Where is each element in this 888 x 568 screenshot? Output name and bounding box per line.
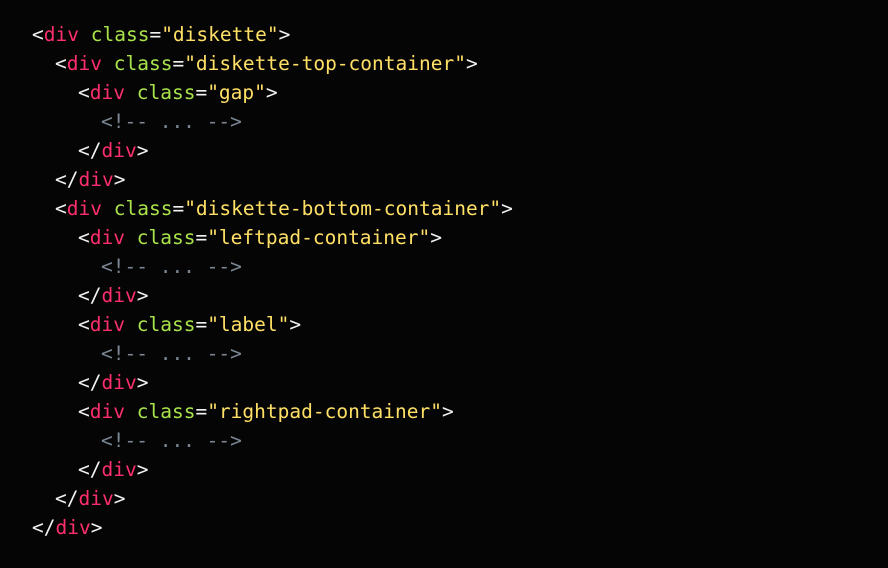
code-line: </div> [32, 513, 888, 542]
code-line: <!-- ... --> [32, 339, 888, 368]
tag-name: div [89, 400, 125, 423]
tag-name: div [43, 23, 79, 46]
tag-open-bracket: < [55, 197, 67, 220]
tag-name: div [55, 516, 91, 539]
tag-name: div [66, 197, 102, 220]
attribute-name: class [113, 52, 173, 75]
tag-name: div [78, 168, 114, 191]
equals-sign: = [195, 81, 208, 104]
html-comment: <!-- ... --> [101, 342, 242, 365]
tag-close-bracket: > [430, 226, 442, 249]
code-line: </div> [32, 165, 888, 194]
attribute-name: class [136, 313, 196, 336]
tag-open-bracket: </ [78, 284, 102, 307]
tag-close-bracket: > [136, 371, 149, 394]
tag-name: div [78, 487, 114, 510]
code-line: <div class="diskette-bottom-container"> [32, 194, 888, 223]
code-line: </div> [32, 281, 888, 310]
tag-open-bracket: < [78, 81, 90, 104]
attribute-value: "rightpad-container" [207, 400, 442, 423]
code-line: <!-- ... --> [32, 252, 888, 281]
attribute-value: "gap" [207, 81, 266, 104]
attribute-value: "label" [207, 313, 290, 336]
tag-name: div [101, 284, 137, 307]
tag-close-bracket: > [90, 516, 103, 539]
tag-open-bracket: < [78, 313, 90, 336]
code-line: <!-- ... --> [32, 426, 888, 455]
tag-close-bracket: > [289, 313, 302, 336]
code-line: <div class="diskette"> [32, 20, 888, 49]
tag-close-bracket: > [465, 52, 478, 75]
tag-name: div [89, 313, 125, 336]
tag-name: div [101, 458, 137, 481]
tag-close-bracket: > [113, 487, 126, 510]
attribute-value: "diskette-bottom-container" [184, 197, 502, 220]
html-comment: <!-- ... --> [101, 110, 242, 133]
tag-open-bracket: < [55, 52, 67, 75]
tag-close-bracket: > [278, 23, 291, 46]
attribute-name: class [136, 400, 196, 423]
equals-sign: = [172, 197, 185, 220]
tag-name: div [89, 226, 125, 249]
code-line: </div> [32, 368, 888, 397]
tag-open-bracket: </ [78, 458, 102, 481]
tag-close-bracket: > [136, 458, 149, 481]
tag-name: div [66, 52, 102, 75]
tag-open-bracket: < [78, 400, 90, 423]
code-editor: <div class="diskette"> <div class="disket… [0, 0, 888, 568]
tag-open-bracket: < [78, 226, 90, 249]
tag-close-bracket: > [265, 81, 278, 104]
tag-close-bracket: > [501, 197, 513, 220]
code-line: <div class="leftpad-container"> [32, 223, 888, 252]
tag-name: div [101, 371, 137, 394]
tag-open-bracket: </ [78, 139, 102, 162]
tag-close-bracket: > [136, 139, 149, 162]
tag-open-bracket: </ [78, 371, 102, 394]
code-line: <div class="gap"> [32, 78, 888, 107]
equals-sign: = [195, 400, 208, 423]
tag-open-bracket: </ [55, 487, 79, 510]
equals-sign: = [195, 313, 208, 336]
tag-close-bracket: > [113, 168, 126, 191]
attribute-value: "leftpad-container" [207, 226, 431, 249]
tag-close-bracket: > [136, 284, 149, 307]
code-line: <div class="diskette-top-container"> [32, 49, 888, 78]
code-line: <!-- ... --> [32, 107, 888, 136]
tag-name: div [101, 139, 137, 162]
code-line: <div class="rightpad-container"> [32, 397, 888, 426]
tag-open-bracket: </ [55, 168, 79, 191]
html-comment: <!-- ... --> [101, 255, 242, 278]
html-comment: <!-- ... --> [101, 429, 242, 452]
code-line: </div> [32, 455, 888, 484]
tag-name: div [89, 81, 125, 104]
tag-open-bracket: < [32, 23, 44, 46]
attribute-value: "diskette-top-container" [184, 52, 466, 75]
equals-sign: = [195, 226, 208, 249]
equals-sign: = [149, 23, 162, 46]
attribute-name: class [136, 226, 196, 249]
code-line: </div> [32, 136, 888, 165]
code-line: </div> [32, 484, 888, 513]
attribute-name: class [136, 81, 196, 104]
attribute-name: class [113, 197, 173, 220]
attribute-value: "diskette" [161, 23, 279, 46]
equals-sign: = [172, 52, 185, 75]
tag-close-bracket: > [442, 400, 454, 423]
attribute-name: class [90, 23, 150, 46]
code-line: <div class="label"> [32, 310, 888, 339]
tag-open-bracket: </ [32, 516, 56, 539]
